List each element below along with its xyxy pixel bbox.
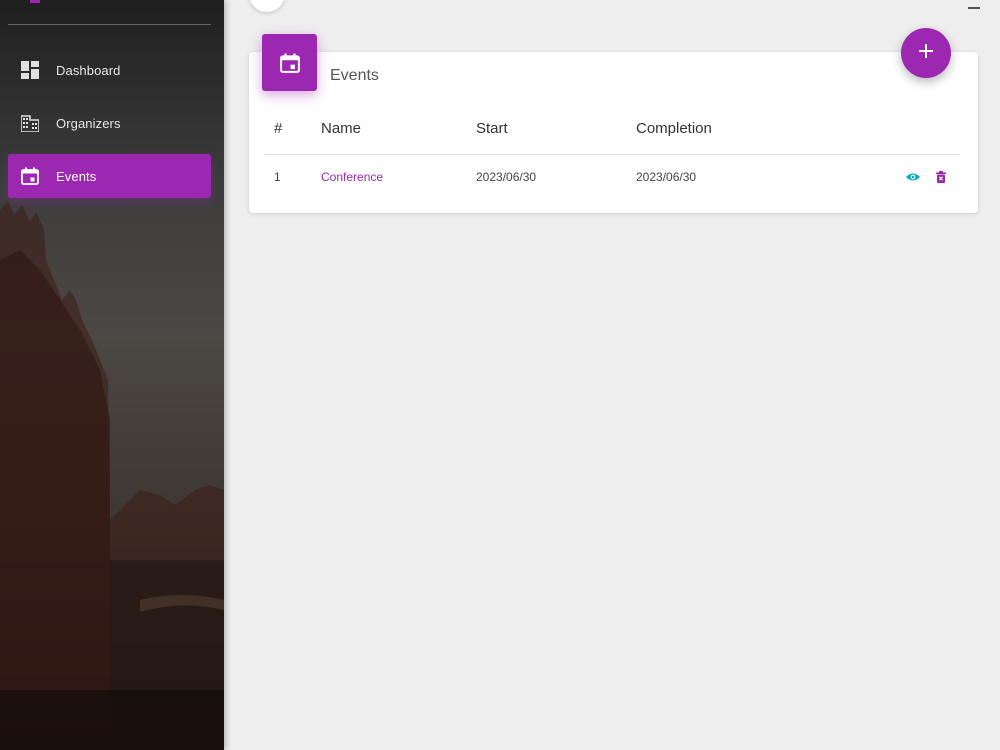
sidebar: Dashboard Organizers Events [0,0,224,750]
sidebar-item-organizers[interactable]: Organizers [8,101,211,145]
sidebar-item-label: Organizers [56,115,121,131]
sidebar-toggle-button[interactable] [249,0,285,12]
sidebar-item-dashboard[interactable]: Dashboard [8,48,211,92]
sidebar-item-events[interactable]: Events [8,154,211,198]
delete-icon[interactable] [933,169,949,185]
dashboard-icon [20,60,40,80]
view-icon[interactable] [905,169,921,185]
column-header-start: Start [476,120,508,137]
table-divider [265,154,960,155]
row-index: 1 [274,170,281,184]
column-header-name: Name [321,120,362,137]
calendar-icon [20,166,40,186]
column-header-completion: Completion [636,120,712,137]
sidebar-nav: Dashboard Organizers Events [8,48,211,207]
event-name-link[interactable]: Conference [321,170,383,184]
card-header-calendar-icon [262,34,317,91]
event-start-date: 2023/06/30 [476,170,537,184]
sidebar-item-label: Events [56,168,97,184]
plus-icon [918,43,934,64]
menu-icon[interactable] [968,0,980,9]
sidebar-item-label: Dashboard [56,62,121,78]
sidebar-divider [8,24,211,25]
add-event-button[interactable] [901,28,951,78]
column-header-index: # [274,120,283,137]
card-title: Events [330,67,379,84]
event-completion-date: 2023/06/30 [636,170,697,184]
building-icon [20,113,40,133]
logo-mark [30,0,40,3]
